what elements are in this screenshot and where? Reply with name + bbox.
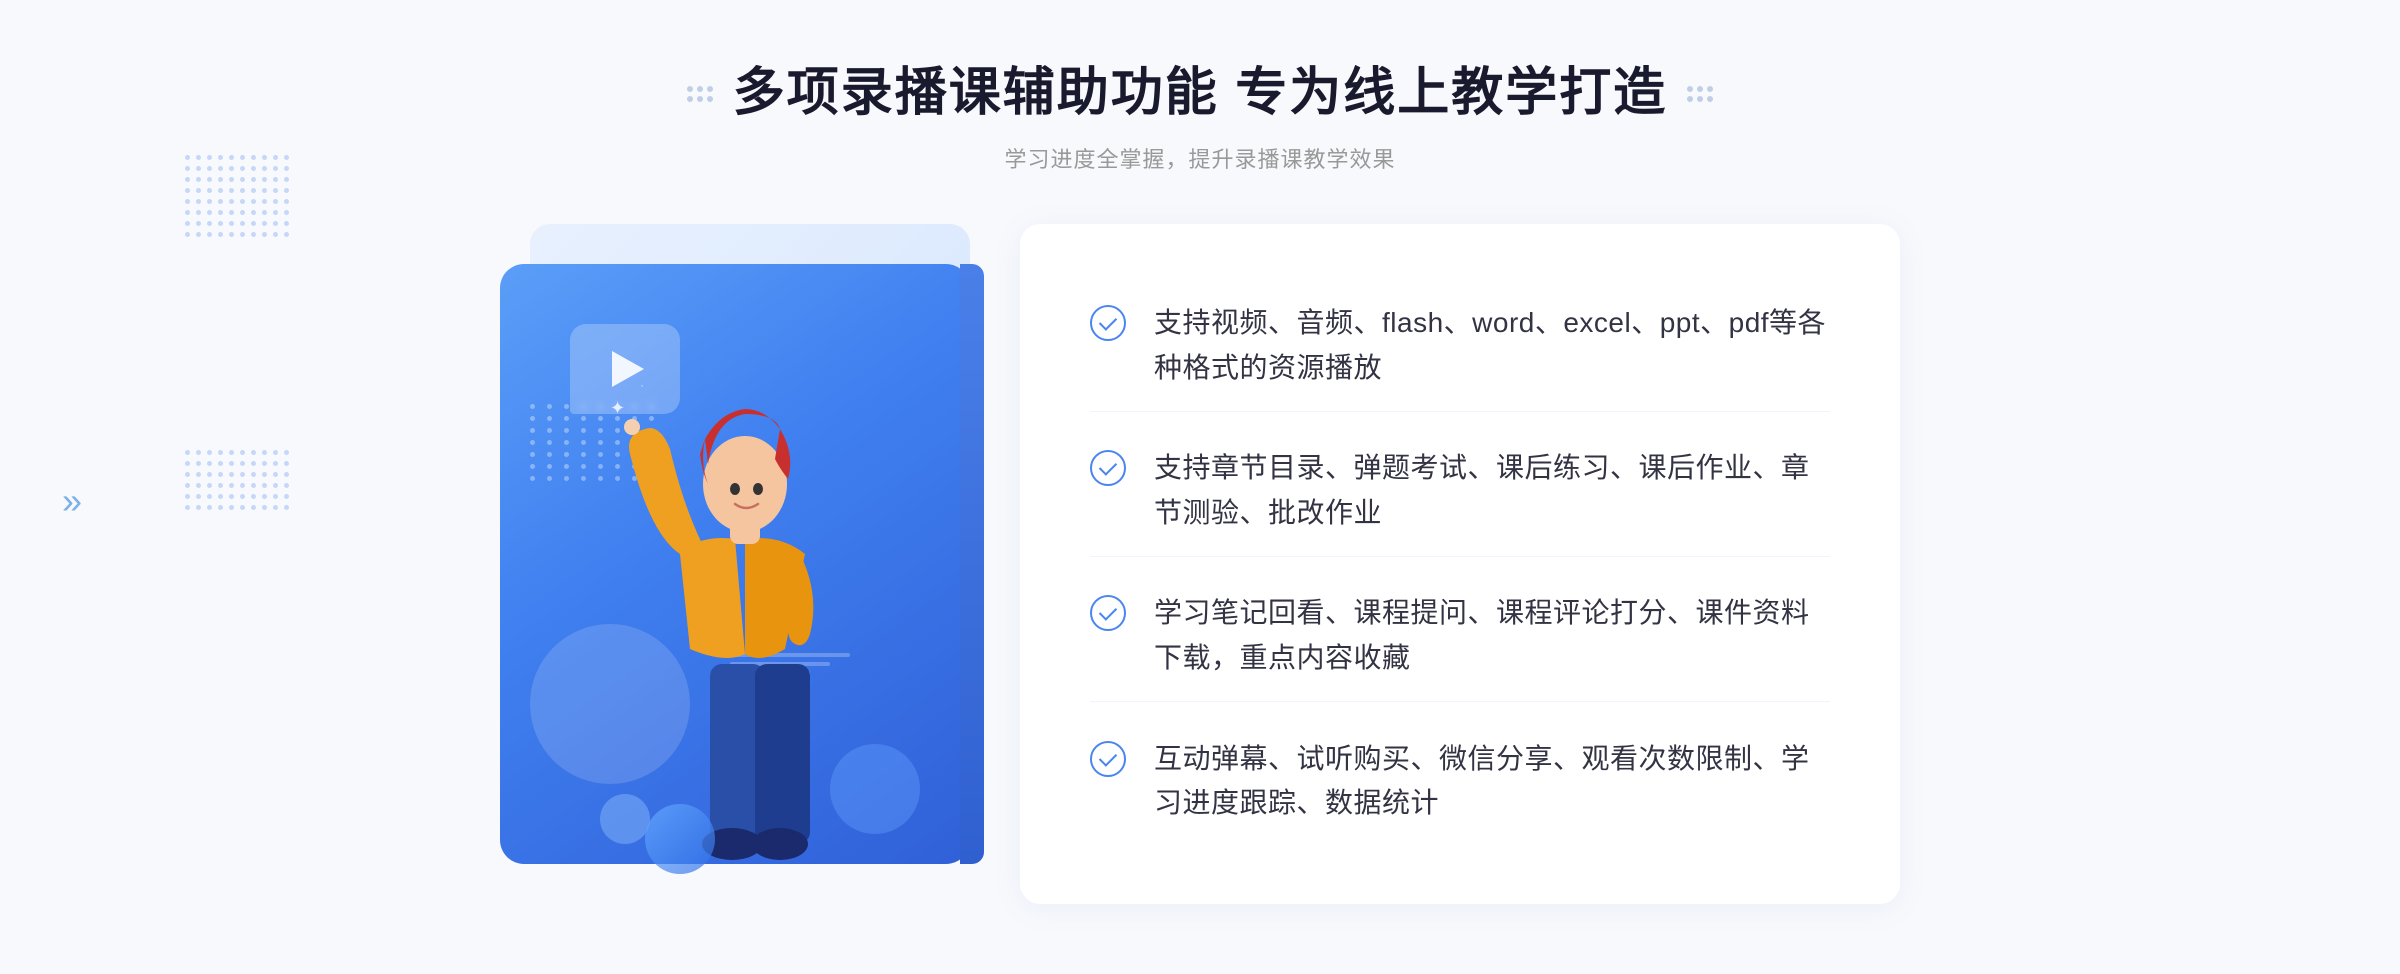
check-icon-2 bbox=[1090, 450, 1126, 486]
check-circle-1 bbox=[1090, 305, 1126, 341]
feature-item-4: 互动弹幕、试听购买、微信分享、观看次数限制、学习进度跟踪、数据统计 bbox=[1090, 717, 1830, 847]
main-content: for(let i=0;i<56;i++){ document.currentS… bbox=[500, 224, 1900, 904]
header-decorators: 多项录播课辅助功能 专为线上教学打造 bbox=[687, 60, 1713, 128]
feature-item-3: 学习笔记回看、课程提问、课程评论打分、课件资料下载，重点内容收藏 bbox=[1090, 571, 1830, 702]
header-section: 多项录播课辅助功能 专为线上教学打造 学习进度全掌握，提升录播课教学效果 bbox=[687, 60, 1713, 174]
page-wrapper: for(let i=0;i<80;i++){ document.currentS… bbox=[0, 0, 2400, 974]
bottom-circle-light bbox=[600, 794, 650, 844]
features-area: 支持视频、音频、flash、word、excel、ppt、pdf等各种格式的资源… bbox=[1020, 224, 1900, 904]
check-icon-4 bbox=[1090, 741, 1126, 777]
svg-text:·: · bbox=[640, 378, 644, 392]
check-circle-2 bbox=[1090, 450, 1126, 486]
page-subtitle: 学习进度全掌握，提升录播课教学效果 bbox=[687, 142, 1713, 174]
check-icon-1 bbox=[1090, 305, 1126, 341]
feature-text-4: 互动弹幕、试听购买、微信分享、观看次数限制、学习进度跟踪、数据统计 bbox=[1154, 737, 1830, 827]
feature-text-3: 学习笔记回看、课程提问、课程评论打分、课件资料下载，重点内容收藏 bbox=[1154, 591, 1830, 681]
feature-item-2: 支持章节目录、弹题考试、课后练习、课后作业、章节测验、批改作业 bbox=[1090, 426, 1830, 557]
page-title: 多项录播课辅助功能 专为线上教学打造 bbox=[733, 60, 1667, 128]
accent-bar bbox=[960, 264, 984, 864]
decorator-grid-left bbox=[687, 86, 713, 102]
illustration-area: for(let i=0;i<56;i++){ document.currentS… bbox=[500, 224, 1020, 904]
decorator-grid-right bbox=[1687, 86, 1713, 102]
dots-decoration-bottom: for(let i=0;i<60;i++){ document.currentS… bbox=[185, 450, 289, 510]
svg-text:✦: ✦ bbox=[610, 398, 625, 418]
bottom-circle-blue bbox=[645, 804, 715, 874]
chevron-arrow-icon: » bbox=[62, 480, 82, 522]
feature-text-1: 支持视频、音频、flash、word、excel、ppt、pdf等各种格式的资源… bbox=[1154, 301, 1830, 391]
dots-decoration-top: for(let i=0;i<80;i++){ document.currentS… bbox=[185, 155, 289, 237]
feature-item-1: 支持视频、音频、flash、word、excel、ppt、pdf等各种格式的资源… bbox=[1090, 281, 1830, 412]
check-circle-4 bbox=[1090, 741, 1126, 777]
check-icon-3 bbox=[1090, 595, 1126, 631]
check-circle-3 bbox=[1090, 595, 1126, 631]
feature-text-2: 支持章节目录、弹题考试、课后练习、课后作业、章节测验、批改作业 bbox=[1154, 446, 1830, 536]
